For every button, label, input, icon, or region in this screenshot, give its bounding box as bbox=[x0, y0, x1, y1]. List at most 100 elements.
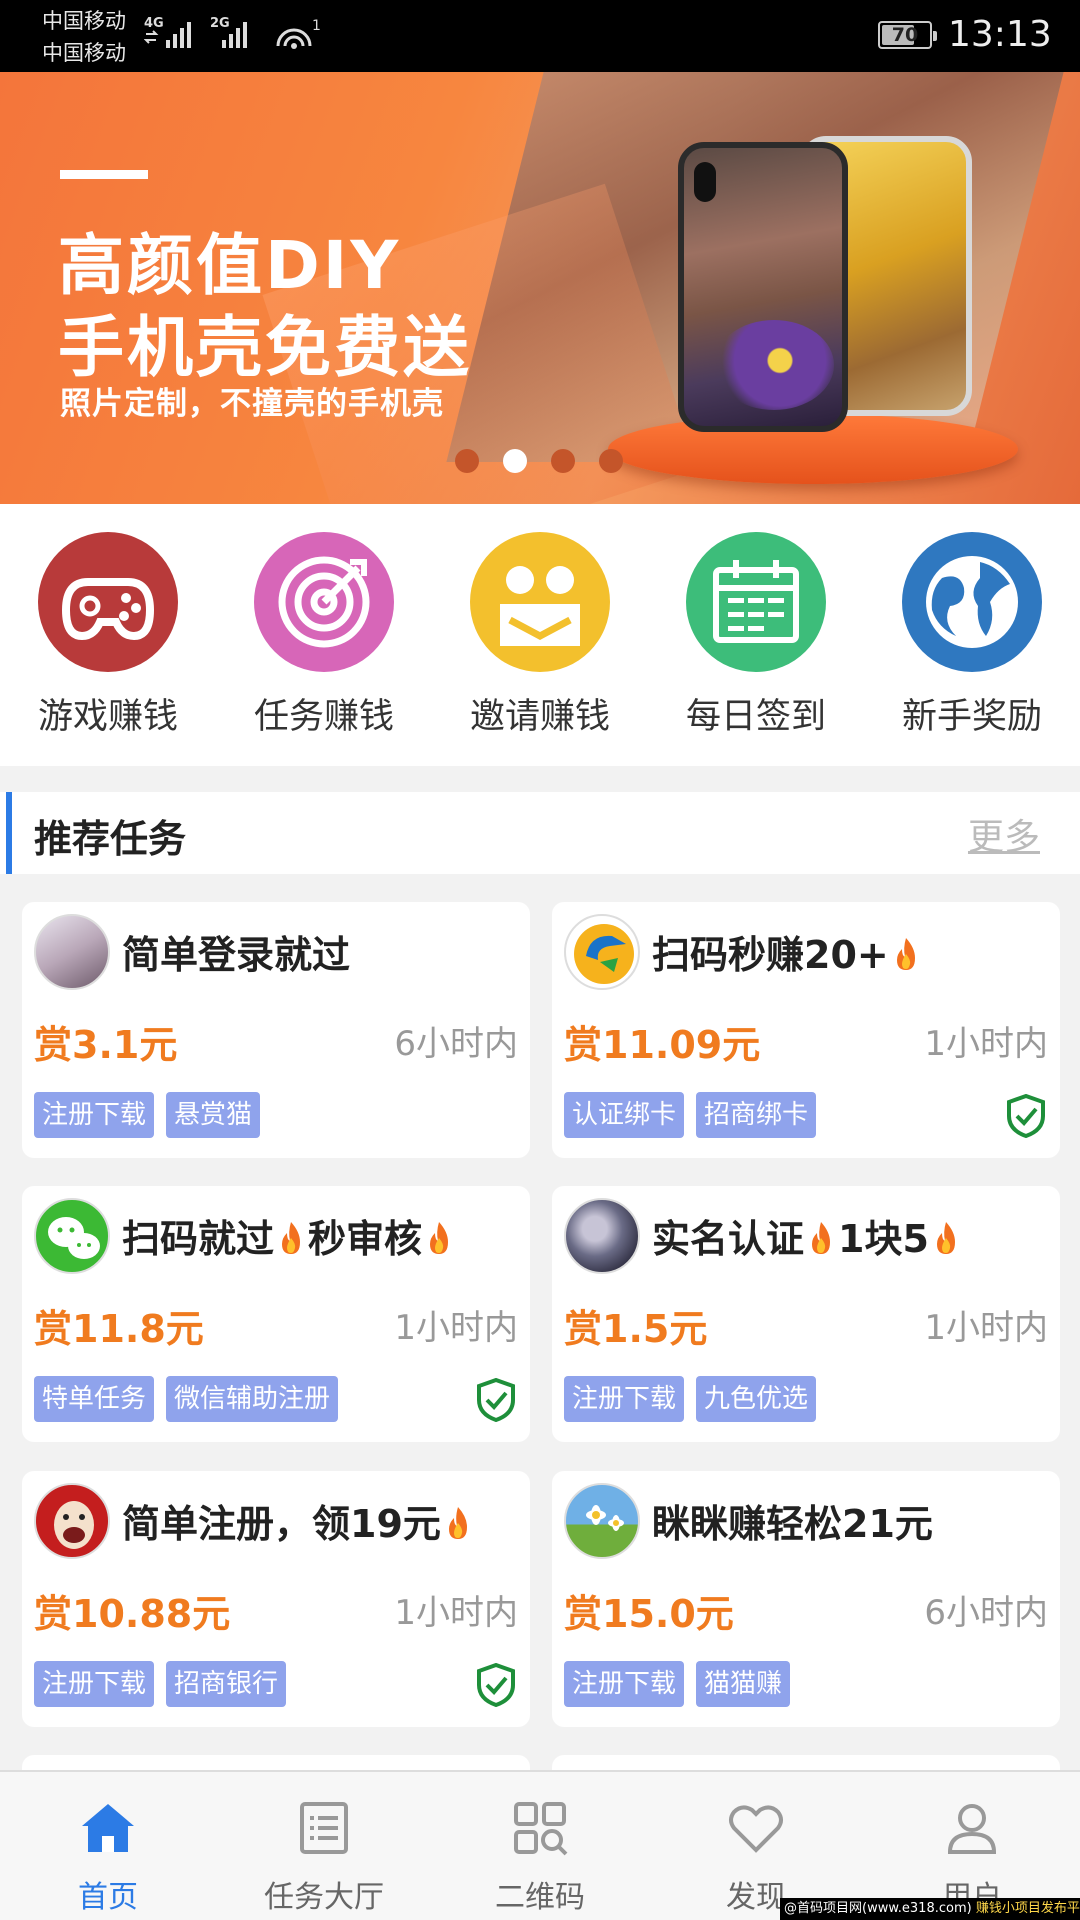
task-tag: 注册下载 bbox=[564, 1376, 685, 1422]
signal-4g-icon: 4G bbox=[143, 14, 200, 58]
hotspot-icon: 1 bbox=[272, 16, 324, 60]
task-time-limit: 1小时内 bbox=[394, 1593, 518, 1633]
banner-dot[interactable] bbox=[503, 449, 527, 473]
task-avatar bbox=[564, 1198, 640, 1274]
carrier-2-label: 中国移动 bbox=[42, 41, 126, 65]
task-card[interactable]: 扫码秒赚20+ 赏11.09元 1小时内 认证绑卡 招商绑卡 bbox=[552, 902, 1060, 1158]
task-avatar bbox=[564, 914, 640, 990]
task-title: 简单注册，领19元 bbox=[122, 1493, 475, 1548]
task-card[interactable]: 实名认证 1块5 赏1.5元 1小时内 注册下载 九色优选 bbox=[552, 1186, 1060, 1442]
quick-daily-checkin[interactable]: 每日签到 bbox=[666, 532, 846, 739]
invite-icon bbox=[470, 532, 610, 672]
quick-newbie-reward[interactable]: 新手奖励 bbox=[882, 532, 1062, 739]
fire-icon bbox=[896, 938, 915, 970]
task-title: 简单登录就过 bbox=[122, 933, 351, 977]
task-tags: 注册下载 猫猫赚 bbox=[564, 1661, 791, 1707]
status-bar: 中国移动 中国移动 4G 2G 1 70 13:13 bbox=[0, 0, 1080, 72]
phone-flower-art bbox=[714, 320, 834, 410]
task-avatar bbox=[34, 1198, 110, 1274]
task-card[interactable]: 简单登录就过 赏3.1元 6小时内 注册下载 悬赏猫 bbox=[22, 902, 530, 1158]
task-tag: 认证绑卡 bbox=[564, 1092, 685, 1138]
banner-phone-front-image bbox=[678, 142, 848, 432]
nav-qrcode[interactable]: 二维码 bbox=[432, 1772, 648, 1920]
task-reward: 赏1.5元 bbox=[564, 1307, 708, 1351]
verified-shield-icon bbox=[477, 1378, 515, 1422]
banner-dot[interactable] bbox=[551, 449, 575, 473]
watermark: @首码项目网(www.e318.com) 赚钱小项目发布平台 bbox=[780, 1898, 1080, 1920]
task-tags: 注册下载 悬赏猫 bbox=[34, 1092, 261, 1138]
task-tag: 悬赏猫 bbox=[166, 1092, 261, 1138]
nav-home-label: 首页 bbox=[78, 1880, 138, 1915]
list-icon bbox=[300, 1802, 348, 1854]
nav-task-hall-label: 任务大厅 bbox=[264, 1880, 384, 1915]
quick-newbie-reward-label: 新手奖励 bbox=[901, 697, 1042, 737]
task-card[interactable]: 简单注册，领19元 赏10.88元 1小时内 注册下载 招商银行 bbox=[22, 1471, 530, 1727]
quick-task-earn[interactable]: 任务赚钱 bbox=[234, 532, 414, 739]
task-tag: 微信辅助注册 bbox=[166, 1376, 339, 1422]
quick-daily-checkin-label: 每日签到 bbox=[685, 697, 826, 737]
task-title: 扫码就过 秒审核 bbox=[122, 1208, 456, 1263]
promo-banner[interactable]: 高颜值DIY 手机壳免费送 照片定制，不撞壳的手机壳 bbox=[0, 72, 1080, 504]
carrier-1-label: 中国移动 bbox=[42, 9, 126, 33]
task-title: 扫码秒赚20+ bbox=[652, 924, 923, 979]
task-tags: 特单任务 微信辅助注册 bbox=[34, 1376, 339, 1422]
task-avatar bbox=[34, 914, 110, 990]
section-accent-bar bbox=[6, 792, 12, 874]
task-tag: 招商绑卡 bbox=[696, 1092, 817, 1138]
quick-invite-earn-label: 邀请赚钱 bbox=[469, 697, 610, 737]
qrcode-icon bbox=[514, 1802, 568, 1856]
battery-cap bbox=[933, 31, 937, 41]
task-tag: 注册下载 bbox=[34, 1092, 155, 1138]
fire-icon bbox=[448, 1507, 467, 1539]
recommended-section-header: 推荐任务 更多 bbox=[0, 792, 1080, 874]
nav-task-hall[interactable]: 任务大厅 bbox=[216, 1772, 432, 1920]
task-tags: 注册下载 招商银行 bbox=[34, 1661, 287, 1707]
task-tag: 特单任务 bbox=[34, 1376, 155, 1422]
quick-invite-earn[interactable]: 邀请赚钱 bbox=[450, 532, 630, 739]
battery-percent: 70 bbox=[891, 24, 919, 46]
quick-task-earn-label: 任务赚钱 bbox=[253, 697, 394, 737]
task-card[interactable]: 眯眯赚轻松21元 赏15.0元 6小时内 注册下载 猫猫赚 bbox=[552, 1471, 1060, 1727]
calendar-icon bbox=[686, 532, 826, 672]
task-reward: 赏15.0元 bbox=[564, 1592, 734, 1636]
battery-indicator: 70 bbox=[878, 21, 937, 49]
svg-text:1: 1 bbox=[312, 18, 321, 34]
fire-icon bbox=[812, 1222, 831, 1254]
nav-home[interactable]: 首页 bbox=[0, 1772, 216, 1920]
signal-2g-icon: 2G bbox=[210, 14, 266, 58]
task-avatar bbox=[564, 1483, 640, 1559]
heart-icon bbox=[729, 1805, 783, 1853]
task-tag: 九色优选 bbox=[696, 1376, 817, 1422]
task-title: 眯眯赚轻松21元 bbox=[652, 1502, 933, 1546]
user-icon bbox=[947, 1804, 997, 1854]
task-tag: 注册下载 bbox=[34, 1661, 155, 1707]
banner-dot[interactable] bbox=[599, 449, 623, 473]
task-reward: 赏10.88元 bbox=[34, 1592, 231, 1636]
home-icon bbox=[82, 1804, 134, 1852]
verified-shield-icon bbox=[1007, 1094, 1045, 1138]
task-time-limit: 6小时内 bbox=[394, 1024, 518, 1064]
section-title: 推荐任务 bbox=[34, 817, 187, 861]
fire-icon bbox=[430, 1222, 449, 1254]
banner-subtitle: 照片定制，不撞壳的手机壳 bbox=[60, 386, 444, 422]
gamepad-icon bbox=[38, 532, 178, 672]
task-tag: 招商银行 bbox=[166, 1661, 287, 1707]
quick-game-earn[interactable]: 游戏赚钱 bbox=[18, 532, 198, 739]
task-tag: 注册下载 bbox=[564, 1661, 685, 1707]
more-link[interactable]: 更多 bbox=[968, 808, 1040, 860]
quick-actions: 游戏赚钱 任务赚钱 邀请赚钱 每日签到 新手奖励 bbox=[0, 504, 1080, 766]
task-tags: 注册下载 九色优选 bbox=[564, 1376, 817, 1422]
fire-icon bbox=[282, 1222, 301, 1254]
app-screen: 中国移动 中国移动 4G 2G 1 70 13:13 高颜值DIY 手机壳免费送… bbox=[0, 0, 1080, 1920]
quick-game-earn-label: 游戏赚钱 bbox=[37, 697, 178, 737]
task-time-limit: 1小时内 bbox=[924, 1024, 1048, 1064]
clock: 13:13 bbox=[948, 14, 1052, 55]
task-card[interactable]: 扫码就过 秒审核 赏11.8元 1小时内 特单任务 微信辅助注册 bbox=[22, 1186, 530, 1442]
phone-camera bbox=[694, 162, 716, 202]
task-avatar bbox=[34, 1483, 110, 1559]
fire-icon bbox=[936, 1222, 955, 1254]
task-reward: 赏11.09元 bbox=[564, 1023, 761, 1067]
verified-shield-icon bbox=[477, 1663, 515, 1707]
banner-dot[interactable] bbox=[455, 449, 479, 473]
task-time-limit: 1小时内 bbox=[924, 1308, 1048, 1348]
